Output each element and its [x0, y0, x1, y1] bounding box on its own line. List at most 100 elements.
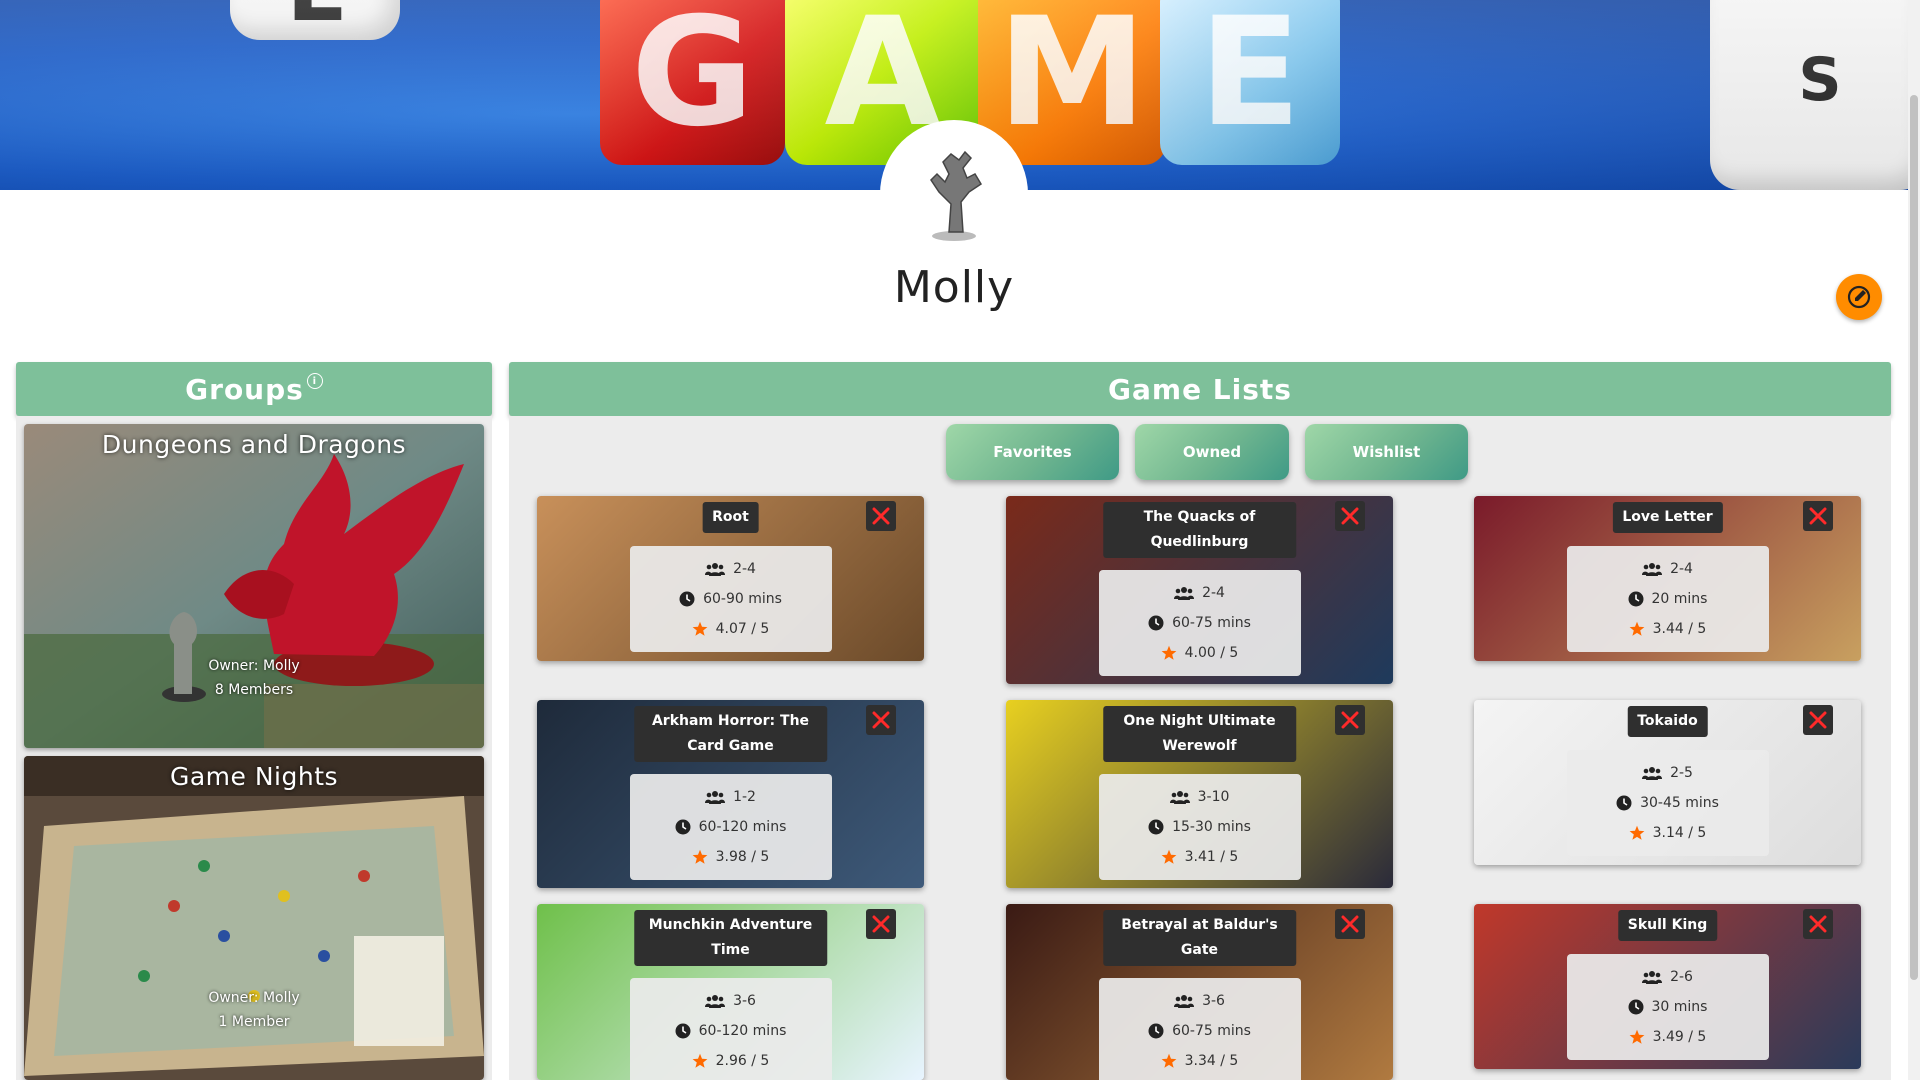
game-name[interactable]: Arkham Horror: The Card Game [633, 706, 828, 762]
game-card[interactable]: Betrayal at Baldur's Gate 3-6 60-75 mins 3.… [1006, 904, 1393, 1080]
game-name[interactable]: Betrayal at Baldur's Gate [1102, 910, 1297, 966]
star-icon [1161, 849, 1177, 864]
game-stats: 2-4 60-75 mins 4.00 / 5 [1098, 570, 1301, 676]
game-stats: 3-6 60-75 mins 3.34 / 5 [1098, 978, 1301, 1080]
remove-game-button[interactable] [1803, 909, 1833, 939]
game-stats: 2-5 30-45 mins 3.14 / 5 [1566, 750, 1769, 856]
tab-wishlist[interactable]: Wishlist [1305, 424, 1468, 480]
remove-game-button[interactable] [866, 909, 896, 939]
clock-icon [1148, 615, 1164, 631]
game-name[interactable]: Love Letter [1612, 502, 1723, 533]
remove-game-button[interactable] [866, 501, 896, 531]
time-row: 60-120 mins [630, 1016, 832, 1046]
players-icon [1642, 971, 1663, 984]
group-owner: Owner: Molly [208, 990, 300, 1006]
players-icon [1642, 767, 1663, 780]
groups-title: Groups [185, 372, 304, 406]
players-row: 1-2 [630, 782, 832, 812]
star-icon [1629, 825, 1645, 840]
players-icon [1174, 995, 1195, 1008]
close-icon [872, 711, 890, 729]
close-icon [872, 915, 890, 933]
remove-game-button[interactable] [1335, 705, 1365, 735]
game-rating: 4.07 / 5 [715, 621, 770, 637]
players-icon [705, 995, 726, 1008]
players-icon [1642, 563, 1663, 576]
time-row: 30 mins [1567, 992, 1769, 1022]
tab-owned[interactable]: Owned [1135, 424, 1289, 480]
group-members: 8 Members [214, 682, 294, 698]
game-name[interactable]: Tokaido [1627, 706, 1708, 737]
info-icon[interactable]: i [306, 373, 323, 389]
game-lists-title: Game Lists [1108, 372, 1292, 406]
group-owner: Owner: Molly [208, 658, 300, 674]
game-time: 60-120 mins [698, 1023, 787, 1039]
rating-row: 4.00 / 5 [1099, 638, 1301, 668]
game-name[interactable]: The Quacks of Quedlinburg [1102, 502, 1297, 558]
rating-row: 3.34 / 5 [1099, 1046, 1301, 1076]
clock-icon [1628, 999, 1644, 1015]
edit-icon [1847, 285, 1871, 309]
players-row: 2-5 [1567, 758, 1769, 788]
close-icon [1809, 507, 1827, 525]
game-name[interactable]: Munchkin Adventure Time [633, 910, 828, 966]
game-card[interactable]: One Night Ultimate Werewolf 3-10 15-30 min… [1006, 700, 1393, 888]
tab-favorites[interactable]: Favorites [946, 424, 1119, 480]
remove-game-button[interactable] [1803, 501, 1833, 531]
remove-game-button[interactable] [1335, 501, 1365, 531]
time-row: 20 mins [1567, 584, 1769, 614]
remove-game-button[interactable] [866, 705, 896, 735]
game-stats: 3-10 15-30 mins 3.41 / 5 [1098, 774, 1301, 880]
close-icon [1341, 711, 1359, 729]
players-row: 3-10 [1099, 782, 1301, 812]
players-icon [1169, 791, 1190, 804]
avatar [880, 120, 1028, 268]
game-name[interactable]: One Night Ultimate Werewolf [1102, 706, 1297, 762]
edit-profile-button[interactable] [1836, 274, 1882, 320]
rating-row: 3.49 / 5 [1567, 1022, 1769, 1052]
players-icon [705, 791, 726, 804]
game-players: 3-6 [1202, 993, 1225, 1009]
group-meta: Owner: Molly 1 Member [24, 986, 484, 1034]
page-scrollbar-thumb[interactable] [1910, 95, 1918, 980]
players-row: 2-6 [1567, 962, 1769, 992]
players-icon [1174, 587, 1195, 600]
group-meta: Owner: Molly 8 Members [24, 654, 484, 702]
time-row: 60-120 mins [630, 812, 832, 842]
game-card[interactable]: Munchkin Adventure Time 3-6 60-120 mins 2.9… [537, 904, 924, 1080]
profile-name: Molly [893, 262, 1015, 313]
game-card[interactable]: Love Letter 2-4 20 mins 3.44 / 5 [1474, 496, 1861, 661]
knight-figure-icon [930, 150, 983, 241]
remove-game-button[interactable] [1803, 705, 1833, 735]
close-icon [872, 507, 890, 525]
game-time: 60-75 mins [1172, 1023, 1251, 1039]
time-row: 60-90 mins [630, 584, 832, 614]
players-row: 3-6 [630, 986, 832, 1016]
game-card[interactable]: The Quacks of Quedlinburg 2-4 60-75 mins 4.… [1006, 496, 1393, 684]
group-name: Game Nights [169, 762, 339, 791]
game-players: 3-10 [1197, 789, 1230, 805]
game-players: 2-4 [733, 561, 756, 577]
clock-icon [1148, 819, 1164, 835]
game-stats: 2-4 60-90 mins 4.07 / 5 [629, 546, 832, 652]
game-card[interactable]: Arkham Horror: The Card Game 1-2 60-120 mi… [537, 700, 924, 888]
game-time: 30 mins [1651, 999, 1708, 1015]
star-icon [1629, 621, 1645, 636]
game-card[interactable]: Root 2-4 60-90 mins 4.07 / 5 [537, 496, 924, 661]
star-icon [1161, 1053, 1177, 1068]
star-icon [692, 849, 708, 864]
rating-row: 2.96 / 5 [630, 1046, 832, 1076]
star-icon [1161, 645, 1177, 660]
group-card-dungeons-and-dragons[interactable]: Dungeons and Dragons Owner: Molly 8 Memb… [24, 424, 484, 748]
remove-game-button[interactable] [1335, 909, 1365, 939]
game-name[interactable]: Root [702, 502, 759, 533]
game-card[interactable]: Skull King 2-6 30 mins 3.49 / 5 [1474, 904, 1861, 1069]
game-time: 60-75 mins [1172, 615, 1251, 631]
group-card-game-nights[interactable]: Game Nights Owner: Molly 1 Member [24, 756, 484, 1080]
rating-row: 4.07 / 5 [630, 614, 832, 644]
game-name[interactable]: Skull King [1617, 910, 1718, 941]
game-rating: 3.98 / 5 [715, 849, 770, 865]
game-card[interactable]: Tokaido 2-5 30-45 mins 3.14 / 5 [1474, 700, 1861, 865]
players-row: 2-4 [1099, 578, 1301, 608]
star-icon [692, 621, 708, 636]
